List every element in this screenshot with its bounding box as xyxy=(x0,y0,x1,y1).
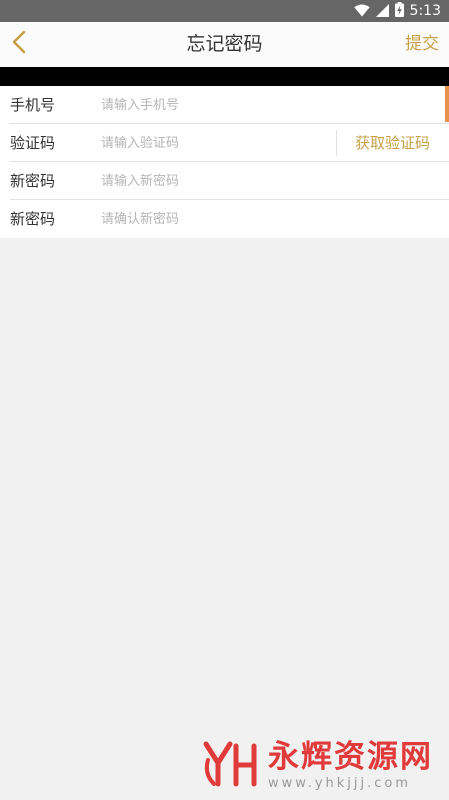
status-icons: 5:13 xyxy=(353,0,441,22)
page-title: 忘记密码 xyxy=(186,33,263,55)
verification-code-row: 验证码 获取验证码 xyxy=(0,124,449,162)
new-password-row: 新密码 xyxy=(0,162,449,200)
reset-password-form: 手机号 验证码 获取验证码 新密码 新密码 xyxy=(0,86,449,238)
verification-code-input[interactable] xyxy=(101,130,326,156)
watermark-text: 永辉资源网 www.yhkjjj.com xyxy=(268,739,433,791)
get-code-button[interactable]: 获取验证码 xyxy=(355,124,430,162)
new-password-input[interactable] xyxy=(101,168,331,194)
verification-code-label: 验证码 xyxy=(10,134,56,152)
confirm-password-input[interactable] xyxy=(101,206,331,232)
submit-button[interactable]: 提交 xyxy=(405,22,439,67)
wifi-icon xyxy=(353,2,370,21)
phone-label: 手机号 xyxy=(10,96,56,114)
phone-input[interactable] xyxy=(101,92,331,118)
watermark: 永辉资源网 www.yhkjjj.com xyxy=(200,740,433,792)
status-time: 5:13 xyxy=(409,3,441,19)
cellular-signal-icon xyxy=(375,2,389,21)
watermark-name: 永辉资源网 xyxy=(268,739,433,775)
battery-charging-icon xyxy=(394,1,404,21)
watermark-logo-icon xyxy=(200,738,262,794)
phone-row: 手机号 xyxy=(0,86,449,124)
title-bar: 忘记密码 提交 xyxy=(0,22,449,67)
confirm-password-label: 新密码 xyxy=(10,210,56,228)
black-bar xyxy=(0,67,449,86)
status-bar: 5:13 xyxy=(0,0,449,22)
new-password-label: 新密码 xyxy=(10,172,56,190)
watermark-url: www.yhkjjj.com xyxy=(268,776,412,791)
confirm-password-row: 新密码 xyxy=(0,200,449,238)
code-divider xyxy=(336,130,337,156)
